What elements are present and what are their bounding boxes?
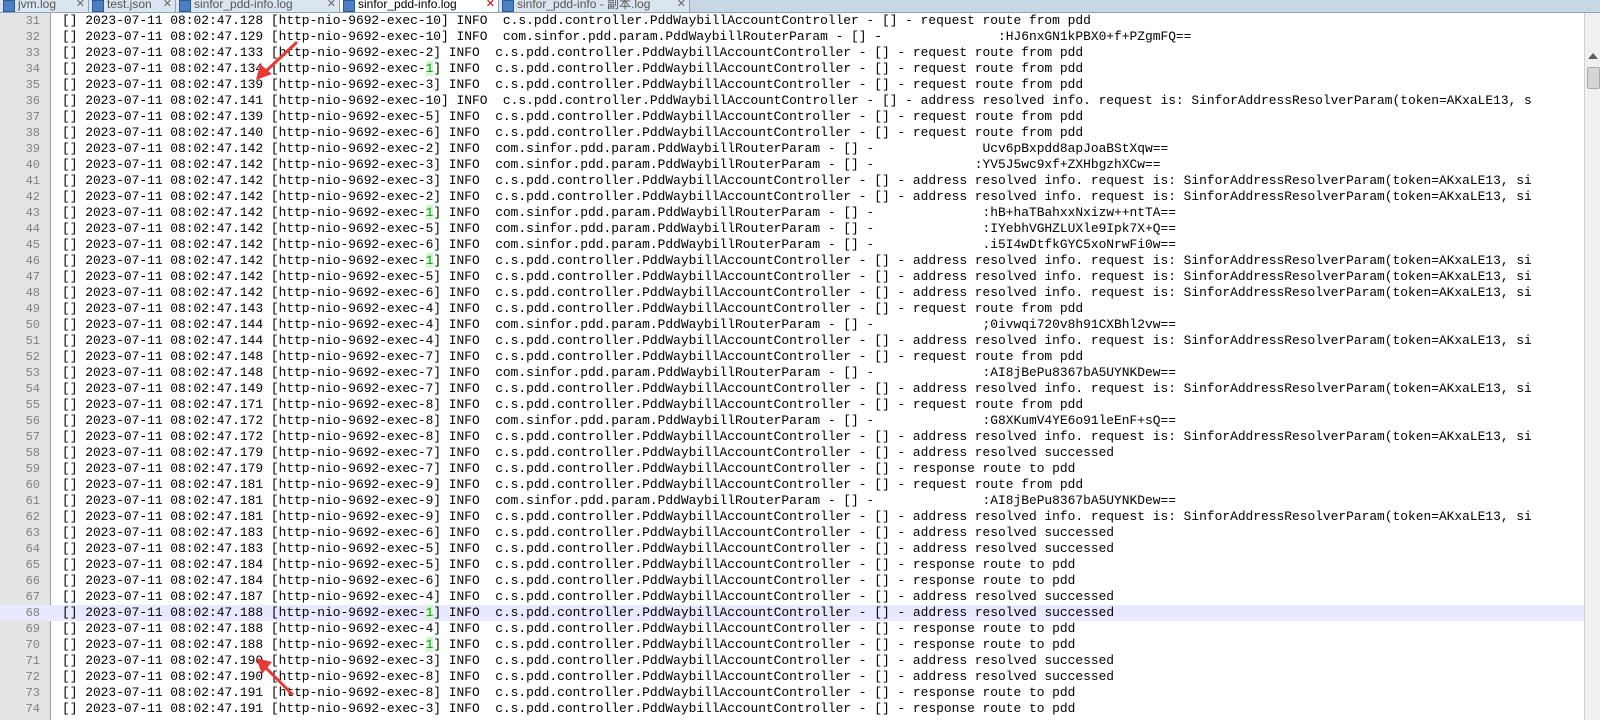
- red-arrow-icon: [256, 41, 298, 80]
- annotation-layer: [256, 41, 298, 696]
- red-arrow-icon: [256, 658, 294, 696]
